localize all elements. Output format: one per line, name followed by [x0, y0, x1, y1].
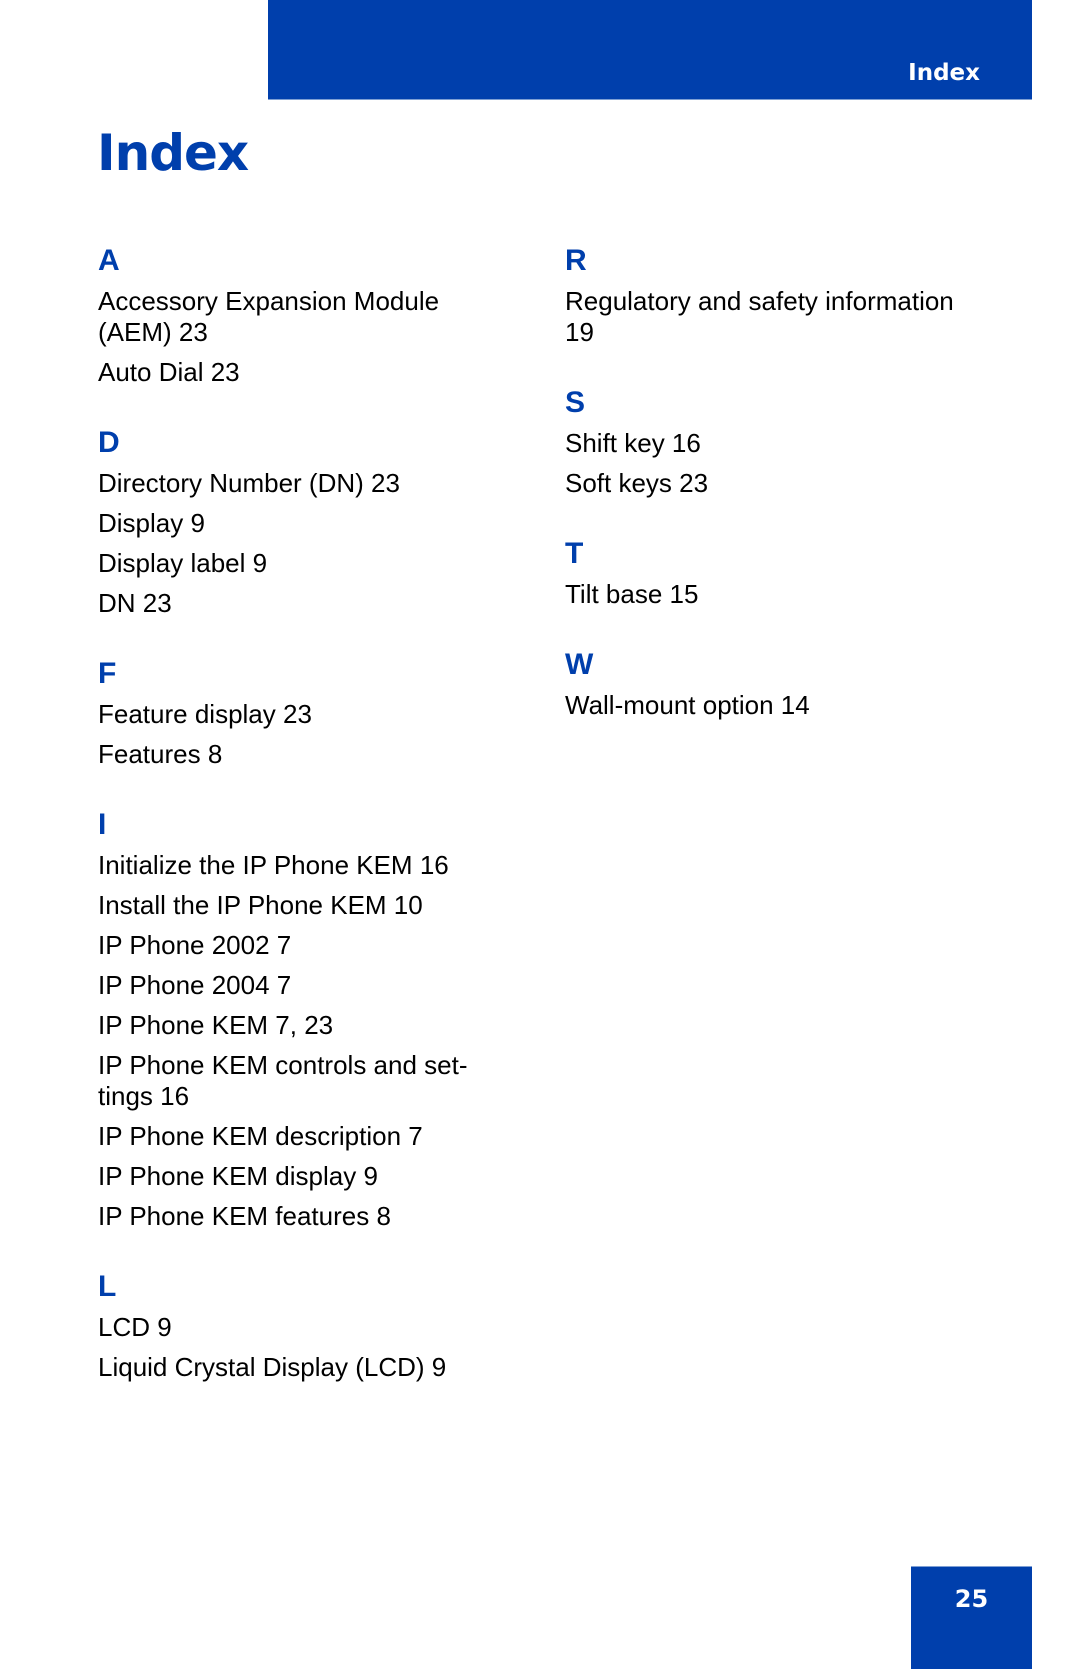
index-section-a: A Accessory Expansion Module (AEM) 23 Auto…	[98, 244, 498, 388]
section-letter: W	[565, 648, 594, 681]
index-section-r: R Regulatory and safety information 19	[565, 244, 985, 348]
index-entry[interactable]: Wall-mount option 14	[565, 690, 985, 721]
header-bar: Index	[268, 0, 1032, 99]
index-entry[interactable]: Regulatory and safety information 19	[565, 286, 985, 348]
index-entry[interactable]: Initialize the IP Phone KEM 16	[98, 850, 498, 881]
index-entry[interactable]: Directory Number (DN) 23	[98, 468, 498, 499]
index-entry[interactable]: Tilt base 15	[565, 579, 985, 610]
index-section-f: F Feature display 23 Features 8	[98, 657, 498, 770]
section-letter: R	[565, 244, 587, 277]
index-entry[interactable]: Liquid Crystal Display (LCD) 9	[98, 1352, 498, 1383]
index-entry[interactable]: IP Phone KEM 7, 23	[98, 1010, 498, 1041]
index-entry[interactable]: Display 9	[98, 508, 498, 539]
index-column-right: R Regulatory and safety information 19 S Sh…	[565, 244, 985, 759]
section-letter: F	[98, 657, 117, 690]
index-section-l: L LCD 9 Liquid Crystal Display (LCD) 9	[98, 1270, 498, 1383]
section-letter: I	[98, 808, 107, 841]
index-entry[interactable]: IP Phone 2002 7	[98, 930, 498, 961]
page-number: 25	[954, 1585, 989, 1613]
index-section-w: W Wall-mount option 14	[565, 648, 985, 721]
index-section-i: I Initialize the IP Phone KEM 16 Install t…	[98, 808, 498, 1232]
page-number-box: 25	[911, 1567, 1032, 1669]
index-section-d: D Directory Number (DN) 23 Display 9 Displa…	[98, 426, 498, 619]
index-entry[interactable]: IP Phone KEM description 7	[98, 1121, 498, 1152]
index-section-t: T Tilt base 15	[565, 537, 985, 610]
index-entry[interactable]: Feature display 23	[98, 699, 498, 730]
index-entry[interactable]: IP Phone KEM display 9	[98, 1161, 498, 1192]
section-letter: T	[565, 537, 584, 570]
page-title: Index	[97, 124, 249, 182]
index-entry[interactable]: Features 8	[98, 739, 498, 770]
index-entry[interactable]: Accessory Expansion Module (AEM) 23	[98, 286, 498, 348]
index-section-s: S Shift key 16 Soft keys 23	[565, 386, 985, 499]
index-entry[interactable]: Display label 9	[98, 548, 498, 579]
index-entry[interactable]: Auto Dial 23	[98, 357, 498, 388]
index-entry[interactable]: Shift key 16	[565, 428, 985, 459]
index-entry[interactable]: LCD 9	[98, 1312, 498, 1343]
index-column-left: A Accessory Expansion Module (AEM) 23 Auto…	[98, 244, 498, 1421]
section-letter: D	[98, 426, 120, 459]
index-entry[interactable]: DN 23	[98, 588, 498, 619]
index-entry[interactable]: Soft keys 23	[565, 468, 985, 499]
index-entry[interactable]: IP Phone KEM controls and set- tings 16	[98, 1050, 498, 1112]
index-entry[interactable]: IP Phone 2004 7	[98, 970, 498, 1001]
index-entry[interactable]: Install the IP Phone KEM 10	[98, 890, 498, 921]
section-letter: S	[565, 386, 586, 419]
index-entry[interactable]: IP Phone KEM features 8	[98, 1201, 498, 1232]
section-letter: L	[98, 1270, 117, 1303]
header-section-label: Index	[908, 60, 980, 86]
section-letter: A	[98, 244, 120, 277]
